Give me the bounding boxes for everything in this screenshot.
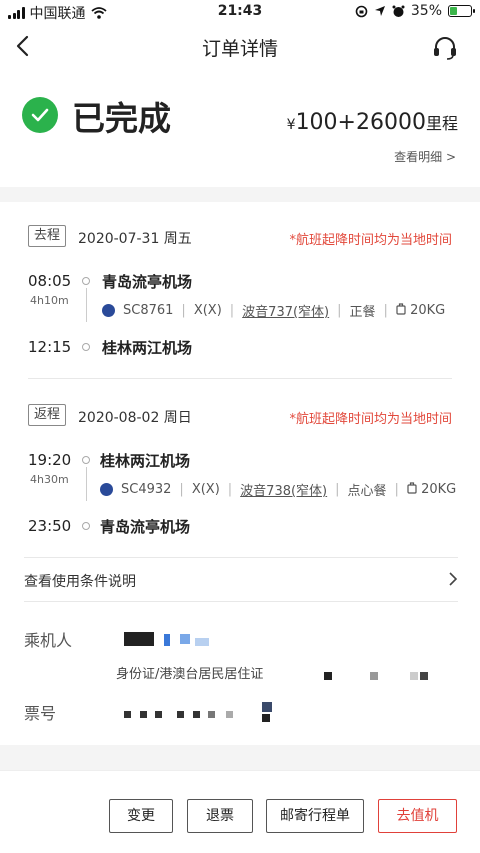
conditions-label: 查看使用条件说明 <box>24 574 136 590</box>
price-value: 100+26000 <box>295 110 426 135</box>
battery-icon <box>448 5 475 17</box>
outbound-dep-time: 08:05 <box>28 272 72 290</box>
passenger-id-type: 身份证/港澳台居民居住证 <box>116 667 264 682</box>
alarm-icon <box>392 5 405 17</box>
return-meal: 点心餐 <box>347 484 387 499</box>
view-detail-link[interactable]: 查看明细 > <box>394 148 456 165</box>
return-date: 2020-08-02 周日 <box>78 410 192 426</box>
outbound-flight-info: SC8761 | X(X) | 波音737(窄体) | 正餐 | 20KG <box>102 301 445 320</box>
location-icon <box>374 6 385 16</box>
return-duration: 4h30m <box>30 473 69 486</box>
return-arr-airport: 青岛流亭机场 <box>100 518 191 536</box>
return-baggage: 20KG <box>407 482 456 497</box>
outbound-dep-dot <box>82 277 90 285</box>
chevron-right-icon <box>449 572 458 586</box>
refund-button[interactable]: 退票 <box>187 799 253 833</box>
return-arr-dot <box>82 522 90 530</box>
price-currency: ¥ <box>286 117 296 133</box>
return-aircraft[interactable]: 波音738(窄体) <box>240 480 327 499</box>
outbound-tag: 去程 <box>28 225 66 247</box>
passenger-label: 乘机人 <box>24 631 73 650</box>
return-dep-airport: 桂林两江机场 <box>100 452 191 470</box>
outbound-arr-time: 12:15 <box>28 338 72 356</box>
change-button[interactable]: 变更 <box>109 799 173 833</box>
airline-logo-icon <box>102 304 115 317</box>
outbound-time-note: *航班起降时间均为当地时间 <box>289 233 452 248</box>
order-status: 已完成 <box>72 99 171 138</box>
check-circle-icon <box>22 97 58 133</box>
return-route-line <box>85 467 87 501</box>
conditions-divider-bottom <box>24 601 458 602</box>
battery-percent: 35% <box>410 3 442 19</box>
outbound-dep-airport: 青岛流亭机场 <box>102 273 193 291</box>
bottom-action-bar: 变更 退票 邮寄行程单 去值机 <box>0 770 480 853</box>
return-dep-time: 19:20 <box>28 451 72 469</box>
return-cabin: X(X) <box>191 482 220 497</box>
order-price: ¥100+26000里程 <box>287 110 458 135</box>
price-unit: 里程 <box>425 114 458 133</box>
page-title: 订单详情 <box>201 38 278 60</box>
outbound-meal: 正餐 <box>349 305 376 320</box>
check-in-button[interactable]: 去值机 <box>378 799 457 833</box>
airline-logo-icon <box>100 483 113 496</box>
outbound-baggage: 20KG <box>396 303 445 318</box>
outbound-date: 2020-07-31 周五 <box>78 231 192 247</box>
return-time-note: *航班起降时间均为当地时间 <box>289 412 452 427</box>
status-bar: 中国联通 21:43 35% <box>0 0 480 24</box>
return-flight-no: SC4932 <box>121 482 172 497</box>
nav-bar: 订单详情 <box>0 24 480 70</box>
mail-itinerary-button[interactable]: 邮寄行程单 <box>266 799 364 833</box>
outbound-arr-dot <box>82 343 90 351</box>
outbound-duration: 4h10m <box>30 294 69 307</box>
baggage-icon <box>407 482 417 494</box>
return-dep-dot <box>82 456 90 464</box>
headset-icon[interactable] <box>432 36 458 60</box>
baggage-icon <box>396 303 406 315</box>
outbound-arr-airport: 桂林两江机场 <box>102 339 193 357</box>
outbound-aircraft[interactable]: 波音737(窄体) <box>242 301 329 320</box>
return-tag: 返程 <box>28 404 66 426</box>
flight-card: 去程 2020-07-31 周五 *航班起降时间均为当地时间 08:05 4h1… <box>0 202 480 745</box>
rotation-lock-icon <box>355 5 368 17</box>
order-status-card: 已完成 ¥100+26000里程 查看明细 > <box>0 70 480 187</box>
outbound-flight-no: SC8761 <box>123 303 174 318</box>
outbound-route-line <box>85 288 87 322</box>
conditions-divider-top <box>24 557 458 558</box>
outbound-cabin: X(X) <box>193 303 222 318</box>
ticket-label: 票号 <box>24 704 57 723</box>
conditions-link[interactable]: 查看使用条件说明 <box>24 571 458 591</box>
return-arr-time: 23:50 <box>28 517 72 535</box>
leg-divider <box>28 378 452 379</box>
return-flight-info: SC4932 | X(X) | 波音738(窄体) | 点心餐 | 20KG <box>100 480 456 499</box>
